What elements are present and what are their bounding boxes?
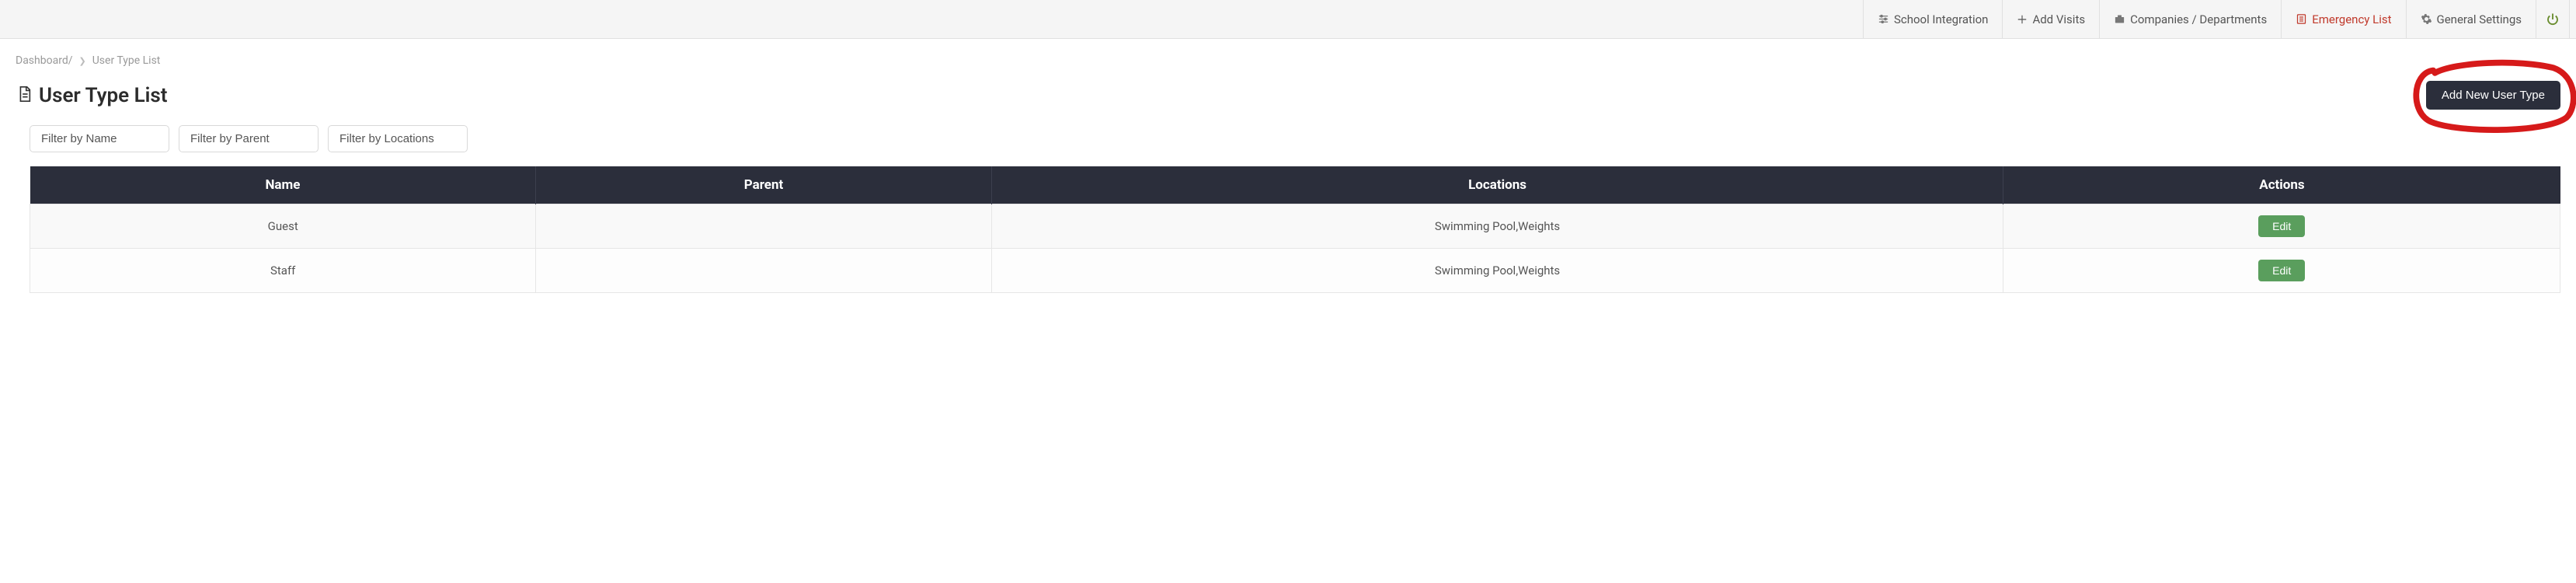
nav-emergency-list[interactable]: Emergency List — [2282, 0, 2406, 38]
edit-button[interactable]: Edit — [2258, 260, 2305, 281]
breadcrumb-current: User Type List — [92, 54, 161, 67]
page-title: User Type List — [39, 84, 168, 107]
table-row: Staff Swimming Pool,Weights Edit — [30, 249, 2560, 293]
filter-name-input[interactable] — [30, 125, 169, 152]
content: Dashboard/ ❯ User Type List User Type Li… — [0, 39, 2576, 293]
add-button-wrapper: Add New User Type — [2426, 81, 2560, 110]
page-header: User Type List Add New User Type — [16, 81, 2560, 110]
filter-locations-input[interactable] — [328, 125, 468, 152]
topnav: School Integration Add Visits Companies … — [1863, 0, 2570, 38]
topbar: School Integration Add Visits Companies … — [0, 0, 2576, 39]
cell-parent — [536, 204, 991, 249]
user-type-table: Name Parent Locations Actions Guest Swim… — [30, 166, 2560, 293]
table-wrap: Name Parent Locations Actions Guest Swim… — [16, 166, 2560, 293]
gear-icon — [2421, 13, 2432, 25]
list-icon — [2296, 13, 2307, 25]
breadcrumb: Dashboard/ ❯ User Type List — [16, 54, 2560, 67]
th-parent: Parent — [536, 166, 991, 204]
th-actions: Actions — [2003, 166, 2560, 204]
cell-actions: Edit — [2003, 204, 2560, 249]
nav-power[interactable] — [2536, 0, 2570, 38]
cell-locations: Swimming Pool,Weights — [991, 204, 2003, 249]
nav-companies-departments[interactable]: Companies / Departments — [2100, 0, 2282, 38]
document-icon — [16, 86, 33, 106]
nav-label: School Integration — [1894, 12, 1989, 26]
edit-button[interactable]: Edit — [2258, 215, 2305, 237]
sliders-icon — [1878, 13, 1889, 25]
chevron-right-icon: ❯ — [79, 56, 86, 66]
nav-label: Companies / Departments — [2130, 12, 2267, 26]
cell-actions: Edit — [2003, 249, 2560, 293]
nav-label: Add Visits — [2032, 12, 2085, 26]
power-icon — [2546, 12, 2560, 26]
th-name: Name — [30, 166, 536, 204]
page-title-wrap: User Type List — [16, 84, 168, 107]
briefcase-icon — [2114, 13, 2125, 25]
nav-school-integration[interactable]: School Integration — [1863, 0, 2003, 38]
cell-parent — [536, 249, 991, 293]
breadcrumb-dashboard[interactable]: Dashboard/ — [16, 54, 73, 67]
cell-name: Guest — [30, 204, 536, 249]
cell-name: Staff — [30, 249, 536, 293]
th-locations: Locations — [991, 166, 2003, 204]
table-row: Guest Swimming Pool,Weights Edit — [30, 204, 2560, 249]
nav-label: General Settings — [2437, 12, 2522, 26]
filters — [16, 125, 2560, 152]
nav-add-visits[interactable]: Add Visits — [2003, 0, 2100, 38]
nav-general-settings[interactable]: General Settings — [2407, 0, 2537, 38]
plus-icon — [2017, 14, 2028, 25]
filter-parent-input[interactable] — [179, 125, 319, 152]
nav-label: Emergency List — [2312, 12, 2391, 26]
add-new-user-type-button[interactable]: Add New User Type — [2426, 81, 2560, 110]
cell-locations: Swimming Pool,Weights — [991, 249, 2003, 293]
